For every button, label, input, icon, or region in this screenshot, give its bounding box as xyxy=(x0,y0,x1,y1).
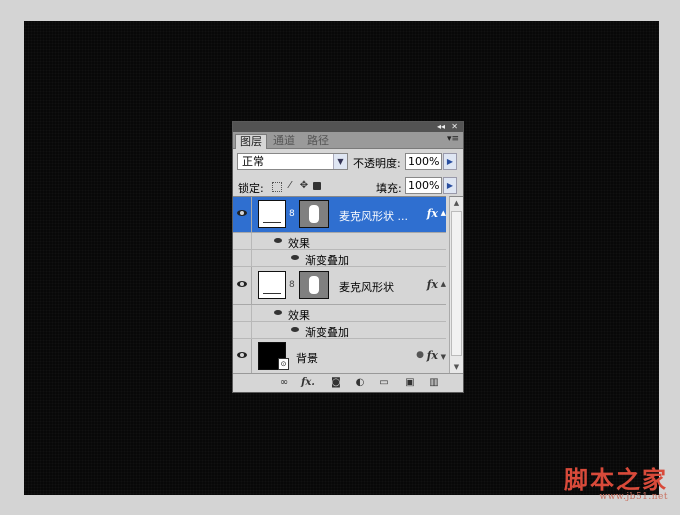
vector-mask-thumbnail[interactable] xyxy=(299,271,329,299)
layer-name[interactable]: 麦克风形状 ... xyxy=(339,208,408,224)
layer-row-mic[interactable]: 8 麦克风形状 fx ▲ xyxy=(233,267,446,305)
layer-name[interactable]: 麦克风形状 xyxy=(339,279,394,295)
vector-mask-thumbnail[interactable] xyxy=(299,200,329,228)
effect-eye-cell xyxy=(233,250,252,266)
fill-input[interactable]: 100% xyxy=(405,177,442,194)
eye-icon[interactable] xyxy=(291,255,299,260)
collapse-icon[interactable]: ◂◂ xyxy=(437,122,445,132)
lock-label: 锁定: xyxy=(238,182,264,195)
visibility-toggle[interactable] xyxy=(233,339,252,374)
eye-icon[interactable] xyxy=(237,281,247,287)
new-layer-icon[interactable]: ▣ xyxy=(403,376,417,389)
tab-layers[interactable]: 图层 xyxy=(235,134,267,149)
scroll-thumb[interactable] xyxy=(451,211,462,356)
visibility-toggle[interactable] xyxy=(233,267,252,304)
scroll-up-icon[interactable]: ▲ xyxy=(450,197,463,210)
eye-icon[interactable] xyxy=(274,310,282,315)
trash-icon[interactable]: ▥ xyxy=(427,376,441,389)
visibility-toggle[interactable] xyxy=(233,197,252,232)
effects-label: 效果 xyxy=(288,237,310,250)
watermark-text: 脚本之家 xyxy=(564,465,668,494)
effects-row: 效果 xyxy=(233,305,446,322)
chevron-down-icon[interactable]: ▼ xyxy=(333,154,347,169)
collapse-arrow-icon[interactable]: ▲ xyxy=(441,280,446,288)
opacity-input[interactable]: 100% xyxy=(405,153,442,170)
transparency-lock-icon[interactable] xyxy=(272,182,282,192)
page-icon: ⊙ xyxy=(278,358,289,370)
adjustment-icon[interactable]: ◐ xyxy=(353,376,367,389)
link-icon[interactable]: ∞ xyxy=(277,376,291,389)
close-icon[interactable]: ✕ xyxy=(451,122,458,132)
lock-icon[interactable] xyxy=(313,182,321,190)
blend-mode-value: 正常 xyxy=(242,155,264,168)
eye-icon[interactable] xyxy=(291,327,299,332)
folder-icon[interactable]: ▭ xyxy=(377,376,391,389)
chain-link-icon[interactable]: 8 xyxy=(289,209,295,219)
effects-eye-cell xyxy=(233,305,252,321)
layer-thumbnail xyxy=(258,200,286,228)
effects-row: 效果 xyxy=(233,233,446,250)
panel-titlebar[interactable]: ◂◂ ✕ xyxy=(233,122,463,132)
chain-link-icon[interactable]: 8 xyxy=(289,280,295,290)
tab-paths[interactable]: 路径 xyxy=(303,134,333,148)
layer-thumbnail xyxy=(258,271,286,299)
blend-mode-select[interactable]: 正常 ▼ xyxy=(237,153,348,170)
layers-list: 8 麦克风形状 ... fx ▲ 效果 渐变叠加 8 麦克风形状 fx ▲ 效果… xyxy=(233,196,446,375)
eye-icon[interactable] xyxy=(237,352,247,358)
layer-row-background[interactable]: ⊙ 背景 ● fx ▼ xyxy=(233,339,446,375)
chevron-down-icon[interactable]: ▼ xyxy=(441,353,446,361)
layers-panel: ◂◂ ✕ 图层 通道 路径 ▾≡ 正常 ▼ 不透明度: 100% ▶ 锁定: ⁄… xyxy=(232,121,464,393)
effects-eye-cell xyxy=(233,233,252,249)
eye-icon[interactable] xyxy=(237,210,247,216)
move-icon[interactable]: ✥ xyxy=(299,180,309,192)
panel-bottom-toolbar: ∞ fx. ◙ ◐ ▭ ▣ ▥ xyxy=(233,373,463,392)
effects-label: 效果 xyxy=(288,309,310,322)
brush-icon[interactable]: ⁄ xyxy=(285,180,295,192)
opacity-label: 不透明度: xyxy=(353,157,401,170)
effect-eye-cell xyxy=(233,322,252,338)
opacity-slider-icon[interactable]: ▶ xyxy=(443,153,457,170)
watermark: 脚本之家 www.jb51.net xyxy=(564,465,668,503)
collapse-arrow-icon[interactable]: ▲ xyxy=(441,209,446,217)
effect-row-gradient: 渐变叠加 xyxy=(233,250,446,267)
effect-row-gradient: 渐变叠加 xyxy=(233,322,446,339)
effect-name[interactable]: 渐变叠加 xyxy=(305,324,349,340)
blend-row: 正常 ▼ 不透明度: 100% ▶ xyxy=(233,149,463,173)
fill-label: 填充: xyxy=(376,182,402,195)
fx-icon[interactable]: fx xyxy=(427,278,438,291)
mask-icon[interactable]: ◙ xyxy=(329,376,343,389)
fx-icon[interactable]: fx xyxy=(427,349,438,362)
fx-icon[interactable]: fx xyxy=(427,207,438,220)
eye-icon[interactable] xyxy=(274,238,282,243)
panel-tabs: 图层 通道 路径 ▾≡ xyxy=(233,132,463,149)
tab-channels[interactable]: 通道 xyxy=(269,134,299,148)
layer-row-mic-copy[interactable]: 8 麦克风形状 ... fx ▲ xyxy=(233,197,446,233)
panel-menu-icon[interactable]: ▾≡ xyxy=(447,134,459,144)
layer-name[interactable]: 背景 xyxy=(296,350,318,366)
fill-slider-icon[interactable]: ▶ xyxy=(443,177,457,194)
fx-icon[interactable]: fx. xyxy=(301,376,315,389)
effect-name[interactable]: 渐变叠加 xyxy=(305,252,349,268)
style-icon: ● xyxy=(416,350,424,360)
lock-row: 锁定: ⁄ ✥ 填充: 100% ▶ xyxy=(233,175,463,195)
layers-scrollbar[interactable]: ▲ ▼ xyxy=(449,196,463,374)
